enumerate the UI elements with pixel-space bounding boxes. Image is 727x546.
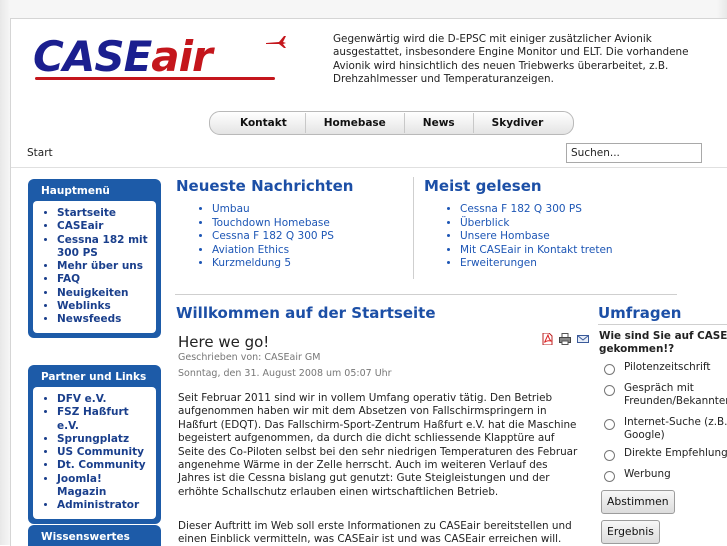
partners-module: Partner und Links DFV e.V. FSZ Haßfurt e… <box>28 365 161 524</box>
column-separator <box>413 177 414 279</box>
top-navigation: Kontakt Homebase News Skydiver <box>209 111 575 135</box>
nav-news[interactable]: News <box>403 113 473 133</box>
poll-separator <box>598 324 727 325</box>
main-menu-body: Startseite CASEair Cessna 182 mit 300 PS… <box>33 201 156 333</box>
partner-link-admin[interactable]: Administrator <box>57 499 152 512</box>
latest-news-title: Neueste Nachrichten <box>176 177 354 195</box>
partner-link-dfv[interactable]: DFV e.V. <box>57 393 152 406</box>
poll-question-line-2: gekommen!? <box>599 343 675 355</box>
partners-body: DFV e.V. FSZ Haßfurt e.V. Sprungplatz US… <box>33 387 156 519</box>
radio-button[interactable] <box>604 385 615 396</box>
poll-option-label: Direkte Empfehlung <box>624 447 727 460</box>
logo-air: air <box>151 32 212 81</box>
logo-swoosh <box>35 77 275 80</box>
radio-button[interactable] <box>604 364 615 375</box>
nav-homebase[interactable]: Homebase <box>304 113 404 133</box>
latest-news-item[interactable]: Umbau <box>212 203 334 217</box>
poll-option-text: Werbung <box>624 468 671 480</box>
partner-link-joomla[interactable]: Joomla! Magazin <box>57 473 152 500</box>
poll-option-label: Pilotenzeitschrift <box>624 361 710 374</box>
article-paragraph-1: Seit Februar 2011 sind wir in vollem Umf… <box>178 392 578 498</box>
results-button[interactable]: Ergebnis <box>601 520 660 544</box>
logo-wordmark: CASEair <box>33 32 213 81</box>
vote-button[interactable]: Abstimmen <box>601 490 675 514</box>
most-read-item[interactable]: Erweiterungen <box>460 257 613 271</box>
latest-news-list: Umbau Touchdown Homebase Cessna F 182 Q … <box>194 203 334 271</box>
latest-news-item[interactable]: Touchdown Homebase <box>212 217 334 231</box>
main-menu-title: Hauptmenü <box>41 185 110 197</box>
poll-option-text: Google) <box>624 429 665 441</box>
poll-option-text: Direkte Empfehlung <box>624 447 727 459</box>
poll-option[interactable]: Internet-Suche (z.B. Google) <box>604 416 727 442</box>
browser-viewport: CASEair Gegenwärtig wird die D-EPSC mit … <box>0 0 727 546</box>
poll-option[interactable]: Direkte Empfehlung <box>604 447 727 461</box>
email-icon[interactable] <box>577 333 589 345</box>
radio-button[interactable] <box>604 471 615 482</box>
menu-item-newsfeeds[interactable]: Newsfeeds <box>57 313 152 326</box>
menu-item-news[interactable]: Neuigkeiten <box>57 287 152 300</box>
partner-link-sprungplatz[interactable]: Sprungplatz <box>57 433 152 446</box>
site-logo[interactable]: CASEair <box>29 31 293 85</box>
info-title: Wissenswertes <box>41 531 130 543</box>
latest-news-item[interactable]: Kurzmeldung 5 <box>212 257 334 271</box>
poll-option-label: Werbung <box>624 468 671 481</box>
partner-link-fsz[interactable]: FSZ Haßfurt e.V. <box>57 406 152 433</box>
menu-item-cessna[interactable]: Cessna 182 mit 300 PS <box>57 234 152 261</box>
article-title: Here we go! <box>178 333 270 351</box>
welcome-title: Willkommen auf der Startseite <box>176 304 436 322</box>
partner-link-us-community[interactable]: US Community <box>57 446 152 459</box>
partner-link-dt-community[interactable]: Dt. Community <box>57 459 152 472</box>
search-input[interactable] <box>566 143 702 163</box>
header-divider <box>11 167 727 168</box>
menu-item-weblinks[interactable]: Weblinks <box>57 300 152 313</box>
page-container: CASEair Gegenwärtig wird die D-EPSC mit … <box>10 18 727 546</box>
most-read-item[interactable]: Unsere Hombase <box>460 230 613 244</box>
header-intro-text: Gegenwärtig wird die D-EPSC mit einiger … <box>333 33 689 85</box>
print-icon[interactable] <box>559 333 571 345</box>
info-module: Wissenswertes <box>28 525 161 546</box>
article-date: Sonntag, den 31. August 2008 um 05:07 Uh… <box>178 368 392 379</box>
poll-question: Wie sind Sie auf CASEair gekommen!? <box>599 330 727 356</box>
partners-title: Partner und Links <box>41 371 147 383</box>
partners-list: DFV e.V. FSZ Haßfurt e.V. Sprungplatz US… <box>39 393 152 513</box>
most-read-item[interactable]: Überblick <box>460 217 613 231</box>
menu-item-caseair[interactable]: CASEair <box>57 220 152 233</box>
poll-question-line-1: Wie sind Sie auf CASEair <box>599 330 727 342</box>
most-read-item[interactable]: Mit CASEair in Kontakt treten <box>460 244 613 258</box>
poll-option[interactable]: Werbung <box>604 468 671 482</box>
most-read-list: Cessna F 182 Q 300 PS Überblick Unsere H… <box>442 203 613 271</box>
latest-news-item[interactable]: Aviation Ethics <box>212 244 334 258</box>
poll-option-text: Freunden/Bekannten <box>624 395 727 407</box>
poll-option-label: Gespräch mit Freunden/Bekannten <box>624 382 727 408</box>
radio-button[interactable] <box>604 419 615 430</box>
article-author: Geschrieben von: CASEair GM <box>178 352 321 363</box>
main-menu-module: Hauptmenü Startseite CASEair Cessna 182 … <box>28 179 161 338</box>
pdf-icon[interactable] <box>541 333 553 345</box>
poll-option-text: Pilotenzeitschrift <box>624 361 711 373</box>
menu-item-about[interactable]: Mehr über uns <box>57 260 152 273</box>
breadcrumb[interactable]: Start <box>27 147 53 159</box>
poll-option-label: Internet-Suche (z.B. Google) <box>624 416 727 442</box>
airplane-icon <box>266 36 286 48</box>
poll-option-text: Gespräch mit <box>624 382 694 394</box>
nav-kontakt[interactable]: Kontakt <box>222 113 305 133</box>
poll-option[interactable]: Gespräch mit Freunden/Bekannten <box>604 382 727 408</box>
main-menu-list: Startseite CASEair Cessna 182 mit 300 PS… <box>39 207 152 327</box>
nav-skydiver[interactable]: Skydiver <box>472 113 562 133</box>
radio-button[interactable] <box>604 450 615 461</box>
menu-item-faq[interactable]: FAQ <box>57 273 152 286</box>
logo-case: CASE <box>33 32 152 81</box>
latest-news-item[interactable]: Cessna F 182 Q 300 PS <box>212 230 334 244</box>
menu-item-startseite[interactable]: Startseite <box>57 207 152 220</box>
poll-option-text: Internet-Suche (z.B. <box>624 416 727 428</box>
most-read-title: Meist gelesen <box>424 177 542 195</box>
content-separator <box>175 294 677 295</box>
poll-title: Umfragen <box>598 304 682 322</box>
poll-option[interactable]: Pilotenzeitschrift <box>604 361 710 375</box>
most-read-item[interactable]: Cessna F 182 Q 300 PS <box>460 203 613 217</box>
article-paragraph-2: Dieser Auftritt im Web soll erste Inform… <box>178 520 572 546</box>
